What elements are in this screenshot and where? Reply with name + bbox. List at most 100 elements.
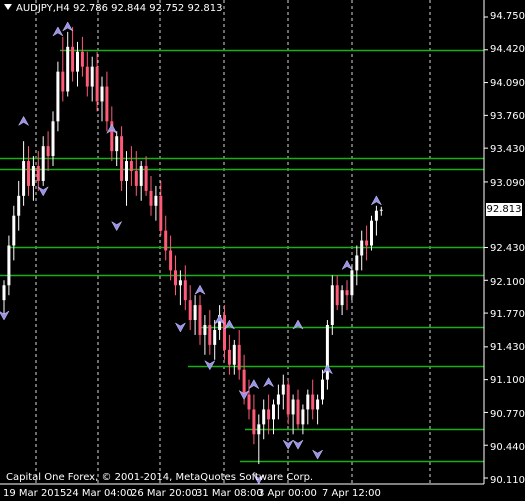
- y-label: 91.100: [490, 375, 525, 386]
- candle-body: [149, 190, 153, 206]
- candle-body: [340, 290, 344, 306]
- candle-body: [321, 379, 324, 400]
- price-chart[interactable]: [0, 0, 525, 501]
- candle-body: [31, 166, 35, 186]
- candle-body: [311, 394, 315, 410]
- candle-body: [125, 161, 128, 181]
- copyright-text: Capital One Forex, © 2001-2014, MetaQuot…: [6, 472, 314, 483]
- candle-body: [232, 344, 236, 365]
- candle-body: [193, 305, 197, 321]
- candle-body: [374, 210, 378, 221]
- candle-body: [41, 146, 45, 181]
- candle-body: [345, 290, 349, 296]
- candle-body: [296, 399, 300, 425]
- candle-body: [80, 51, 84, 67]
- candle-body: [7, 245, 11, 286]
- y-label: 91.770: [490, 309, 525, 320]
- candle-body: [223, 315, 226, 350]
- candle-body: [379, 209, 383, 211]
- candle-body: [95, 66, 99, 102]
- candle-body: [281, 384, 285, 395]
- y-label: 93.430: [490, 144, 525, 155]
- candle-body: [144, 166, 148, 191]
- y-label: 94.090: [490, 78, 525, 89]
- chart-title: AUDJPY,H4 92.786 92.844 92.752 92.813: [4, 3, 222, 14]
- candle-body: [286, 384, 290, 415]
- x-label: 19 Mar 2015: [3, 488, 67, 499]
- candle-body: [198, 305, 202, 335]
- candle-body: [105, 86, 109, 122]
- candle-body: [350, 270, 354, 296]
- y-label: 93.760: [490, 111, 525, 122]
- x-label: 31 Mar 08:00: [196, 488, 263, 499]
- candle-body: [291, 399, 295, 415]
- x-label: 7 Apr 12:00: [322, 488, 381, 499]
- chart-title-text: AUDJPY,H4 92.786 92.844 92.752 92.813: [16, 3, 223, 14]
- candle-body: [120, 136, 124, 181]
- candle-body: [56, 71, 60, 122]
- candle-body: [262, 409, 266, 425]
- candle-body: [66, 46, 70, 92]
- candle-body: [365, 240, 369, 246]
- candle-body: [12, 215, 16, 246]
- current-price-tag: 92.813: [486, 203, 522, 217]
- candle-body: [76, 51, 79, 72]
- candle-body: [242, 369, 246, 395]
- candle-body: [100, 86, 104, 102]
- candle-body: [129, 161, 133, 171]
- candle-body: [22, 161, 26, 196]
- y-label: 90.770: [490, 409, 525, 420]
- candle-body: [203, 324, 207, 335]
- candle-body: [306, 394, 310, 410]
- candle-body: [301, 409, 305, 425]
- candle-body: [335, 285, 339, 306]
- candle-body: [188, 300, 192, 321]
- candle-body: [355, 255, 359, 271]
- y-label: 94.750: [490, 11, 525, 22]
- candle-body: [139, 166, 143, 186]
- candle-body: [330, 285, 334, 325]
- candle-body: [208, 324, 212, 345]
- candle-body: [276, 394, 280, 405]
- y-label: 90.110: [490, 475, 525, 486]
- candle-body: [370, 220, 373, 246]
- candle-body: [71, 46, 75, 72]
- candle-body: [154, 195, 158, 206]
- candle-body: [360, 240, 364, 256]
- candle-body: [213, 329, 217, 345]
- candle-body: [134, 170, 138, 186]
- candle-body: [174, 270, 177, 286]
- y-label: 94.420: [490, 44, 525, 55]
- candle-body: [169, 250, 173, 271]
- candle-body: [227, 349, 231, 365]
- candle-body: [61, 71, 65, 92]
- candle-body: [316, 399, 320, 410]
- candle-body: [27, 161, 30, 186]
- y-label: 93.090: [490, 178, 525, 189]
- candle-body: [85, 66, 89, 87]
- candle-body: [178, 280, 182, 286]
- x-label: 24 Mar 04:00: [66, 488, 133, 499]
- candle-body: [90, 66, 94, 87]
- candle-body: [272, 404, 275, 420]
- candle-body: [159, 195, 163, 231]
- y-label: 91.430: [490, 342, 525, 353]
- candle-body: [252, 409, 256, 435]
- candle-body: [17, 195, 21, 216]
- candle-body: [247, 394, 251, 410]
- candle-body: [257, 424, 261, 435]
- y-label: 92.430: [490, 243, 525, 254]
- candle-body: [267, 409, 271, 420]
- candle-body: [237, 344, 241, 370]
- dropdown-triangle-icon[interactable]: [4, 4, 12, 10]
- chart-background: [0, 0, 525, 501]
- candle-body: [51, 121, 55, 157]
- candle-body: [164, 230, 168, 251]
- candle-body: [2, 285, 6, 301]
- candle-body: [183, 280, 187, 301]
- y-label: 90.440: [490, 442, 525, 453]
- x-label: 3 Apr 00:00: [258, 488, 317, 499]
- y-label: 92.100: [490, 277, 525, 288]
- candle-body: [115, 136, 119, 152]
- candle-body: [46, 146, 50, 157]
